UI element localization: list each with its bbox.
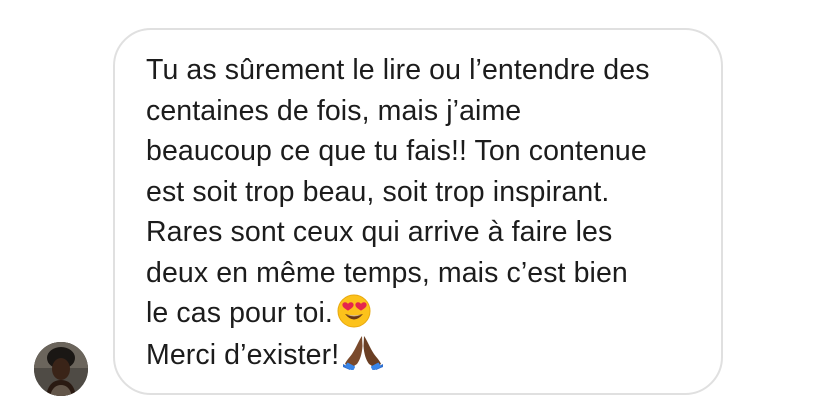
message-line: le cas pour toi. (146, 297, 333, 329)
message-line-with-emoji: le cas pour toi. (146, 293, 706, 334)
sender-avatar[interactable] (34, 342, 88, 396)
message-line: Tu as sûrement le lire ou l’entendre des (146, 54, 650, 86)
folded-hands-emoji-icon (343, 334, 384, 370)
message-line: Merci d’exister! (146, 338, 340, 371)
message-line: est soit trop beau, soit trop inspirant. (146, 175, 610, 208)
message-line: beaucoup ce que tu fais!! Ton contenue (146, 135, 647, 167)
message-line: centaines de fois, mais j’aime (146, 94, 522, 127)
message-line-with-emoji: Merci d’exister! (146, 334, 706, 376)
message-line: deux en même temps, mais c’est bien (146, 256, 628, 289)
heart-eyes-emoji-icon (337, 294, 371, 328)
message-text: Tu as sûrement le lire ou l’entendre des… (146, 50, 706, 375)
message-line: Rares sont ceux qui arrive à faire les (146, 216, 613, 248)
user-avatar-icon (34, 342, 88, 396)
